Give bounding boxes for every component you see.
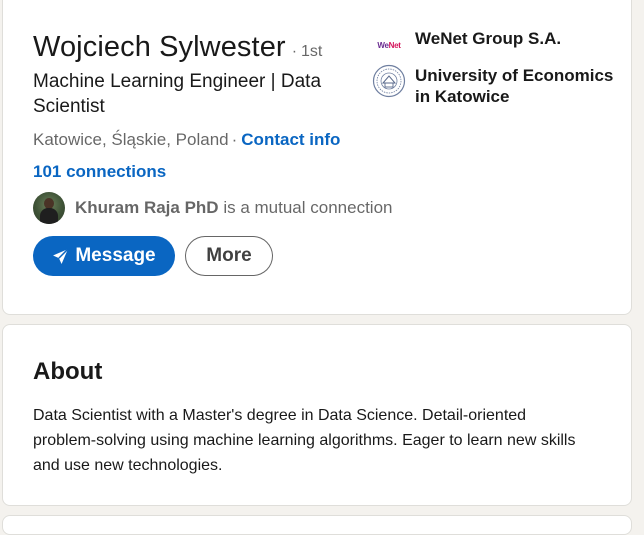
experience-item-wenet[interactable]: We Net WeNet Group S.A.	[371, 27, 615, 63]
contact-info-link[interactable]: Contact info	[241, 130, 340, 149]
send-icon	[53, 248, 69, 264]
next-section-card	[2, 515, 632, 535]
education-item-university[interactable]: University of Economics in Katowice	[371, 63, 615, 107]
about-section: About Data Scientist with a Master's deg…	[2, 324, 632, 506]
wenet-logo: We Net	[377, 40, 401, 50]
message-button[interactable]: Message	[33, 236, 175, 276]
mutual-connection-text: Khuram Raja PhD is a mutual connection	[75, 198, 392, 218]
education-school-name: University of Economics in Katowice	[415, 66, 614, 106]
mutual-connection-suffix: is a mutual connection	[223, 198, 393, 217]
mutual-connection-name[interactable]: Khuram Raja PhD	[75, 198, 219, 217]
about-title: About	[33, 358, 103, 385]
connection-degree-label: 1st	[301, 43, 323, 60]
profile-top-card: Wojciech Sylwester · 1st Machine Learning…	[2, 0, 632, 315]
profile-name: Wojciech Sylwester	[33, 31, 286, 63]
mutual-connection-avatar[interactable]	[33, 192, 65, 224]
connection-degree-badge: · 1st	[291, 43, 323, 60]
experience-company-name: WeNet Group S.A.	[415, 29, 562, 48]
more-button[interactable]: More	[185, 236, 273, 276]
about-text: Data Scientist with a Master's degree in…	[33, 407, 576, 474]
profile-name-row: Wojciech Sylwester · 1st	[33, 31, 322, 64]
profile-headline: Machine Learning Engineer | Data Scienti…	[33, 71, 322, 117]
location-row: Katowice, Śląskie, Poland · Contact info	[33, 130, 341, 149]
message-button-label: Message	[75, 245, 156, 266]
profile-location: Katowice, Śląskie, Poland	[33, 130, 229, 149]
connections-link[interactable]: 101 connections	[33, 162, 166, 182]
university-seal-logo	[371, 63, 407, 99]
mutual-connection-row[interactable]: Khuram Raja PhD is a mutual connection	[33, 192, 392, 224]
